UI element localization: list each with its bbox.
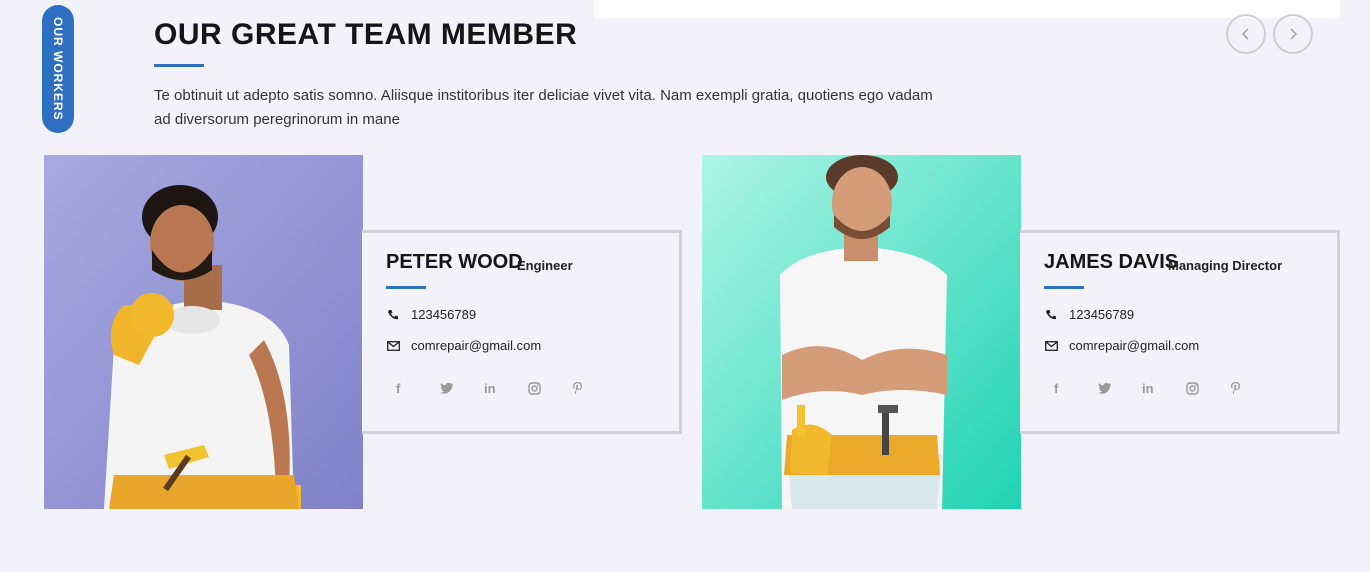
email-row[interactable]: comrepair@gmail.com	[1044, 338, 1199, 353]
section-title: OUR GREAT TEAM MEMBER	[154, 18, 578, 51]
phone-text: 123456789	[411, 307, 477, 322]
linkedin-icon[interactable]: in	[484, 378, 528, 398]
email-link[interactable]: comrepair@gmail.com	[411, 338, 541, 353]
name-underline	[1044, 286, 1084, 289]
twitter-icon[interactable]	[1098, 378, 1142, 398]
phone-icon	[386, 309, 400, 321]
member-name: JAMES DAVIS	[1044, 251, 1179, 273]
member-role: Managing Director	[1168, 258, 1283, 273]
chevron-left-icon	[1241, 28, 1249, 40]
member-info-card: JAMES DAVIS Managing Director 123456789 …	[1020, 230, 1340, 434]
name-underline	[386, 286, 426, 289]
twitter-icon[interactable]	[440, 378, 484, 398]
linkedin-icon[interactable]: in	[1142, 378, 1186, 398]
email-row[interactable]: comrepair@gmail.com	[386, 338, 541, 353]
phone-row: 123456789	[1044, 307, 1134, 322]
side-label-text: OUR WORKERS	[51, 17, 65, 121]
facebook-icon[interactable]: f	[396, 378, 440, 398]
phone-row: 123456789	[386, 307, 476, 322]
instagram-icon[interactable]	[1186, 378, 1230, 398]
member-photo	[44, 155, 363, 509]
envelope-icon	[1044, 340, 1058, 351]
title-underline	[154, 64, 204, 67]
carousel-next-button[interactable]	[1273, 14, 1313, 54]
pinterest-icon[interactable]	[572, 378, 616, 398]
top-card-edge	[594, 0, 1340, 18]
member-photo	[702, 155, 1021, 509]
carousel-prev-button[interactable]	[1226, 14, 1266, 54]
social-links: f in	[396, 378, 616, 398]
phone-text: 123456789	[1069, 307, 1135, 322]
member-role: Engineer	[517, 258, 573, 273]
side-label-pill: OUR WORKERS	[42, 5, 74, 133]
social-links: f in	[1054, 378, 1274, 398]
chevron-right-icon	[1290, 28, 1298, 40]
instagram-icon[interactable]	[528, 378, 572, 398]
email-link[interactable]: comrepair@gmail.com	[1069, 338, 1199, 353]
member-name: PETER WOOD	[386, 251, 523, 273]
member-info-card: PETER WOOD Engineer 123456789 comrepair@…	[362, 230, 682, 434]
section-description: Te obtinuit ut adepto satis somno. Aliis…	[154, 87, 933, 128]
pinterest-icon[interactable]	[1230, 378, 1274, 398]
facebook-icon[interactable]: f	[1054, 378, 1098, 398]
envelope-icon	[386, 340, 400, 351]
phone-icon	[1044, 309, 1058, 321]
